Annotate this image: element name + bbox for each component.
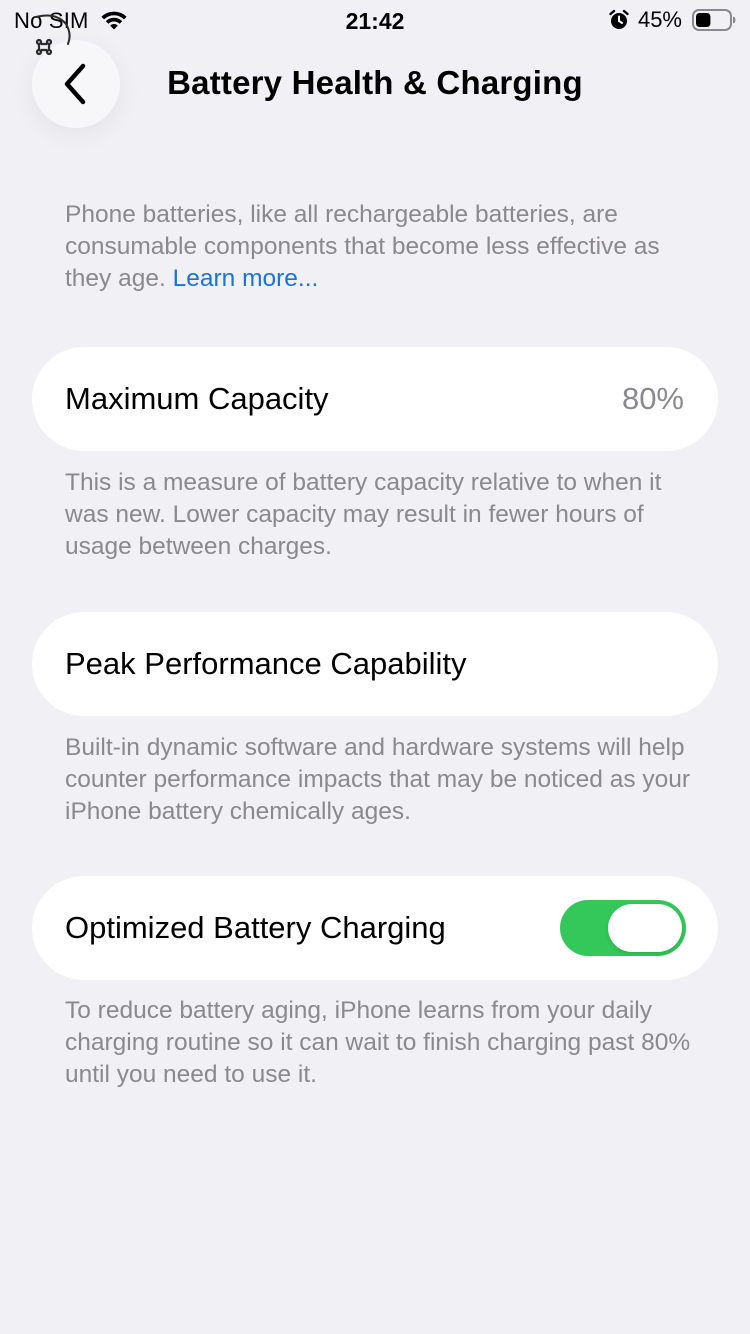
optimized-charging-row: Optimized Battery Charging (32, 876, 718, 980)
optimized-charging-label: Optimized Battery Charging (65, 910, 446, 945)
maximum-capacity-label: Maximum Capacity (65, 381, 329, 416)
alarm-icon (609, 9, 629, 29)
peak-performance-row: Peak Performance Capability (32, 612, 718, 716)
optimized-charging-description: To reduce battery aging, iPhone learns f… (65, 997, 691, 1088)
optimized-charging-toggle[interactable] (560, 900, 686, 956)
maximum-capacity-row: Maximum Capacity 80% (32, 347, 718, 451)
peak-performance-description: Built-in dynamic software and hardware s… (65, 734, 691, 825)
battery-icon (692, 9, 736, 31)
toggle-knob (608, 904, 682, 952)
status-bar: No SIM 21:42 45% (0, 0, 750, 44)
maximum-capacity-description: This is a measure of battery capacity re… (65, 469, 662, 560)
status-right-group: 45% (608, 7, 736, 33)
learn-more-link[interactable]: Learn more... (173, 265, 319, 292)
battery-percent: 45% (637, 7, 682, 32)
page-title: Battery Health & Charging (167, 64, 583, 101)
peak-performance-label: Peak Performance Capability (65, 646, 467, 681)
intro-text: Phone batteries, like all rechargeable b… (65, 201, 660, 292)
maximum-capacity-value: 80% (621, 381, 684, 416)
intro-description: Phone batteries, like all rechargeable b… (65, 199, 705, 295)
battery-health-screen: No SIM 21:42 45% Battery Health & Chargi… (0, 0, 750, 1334)
